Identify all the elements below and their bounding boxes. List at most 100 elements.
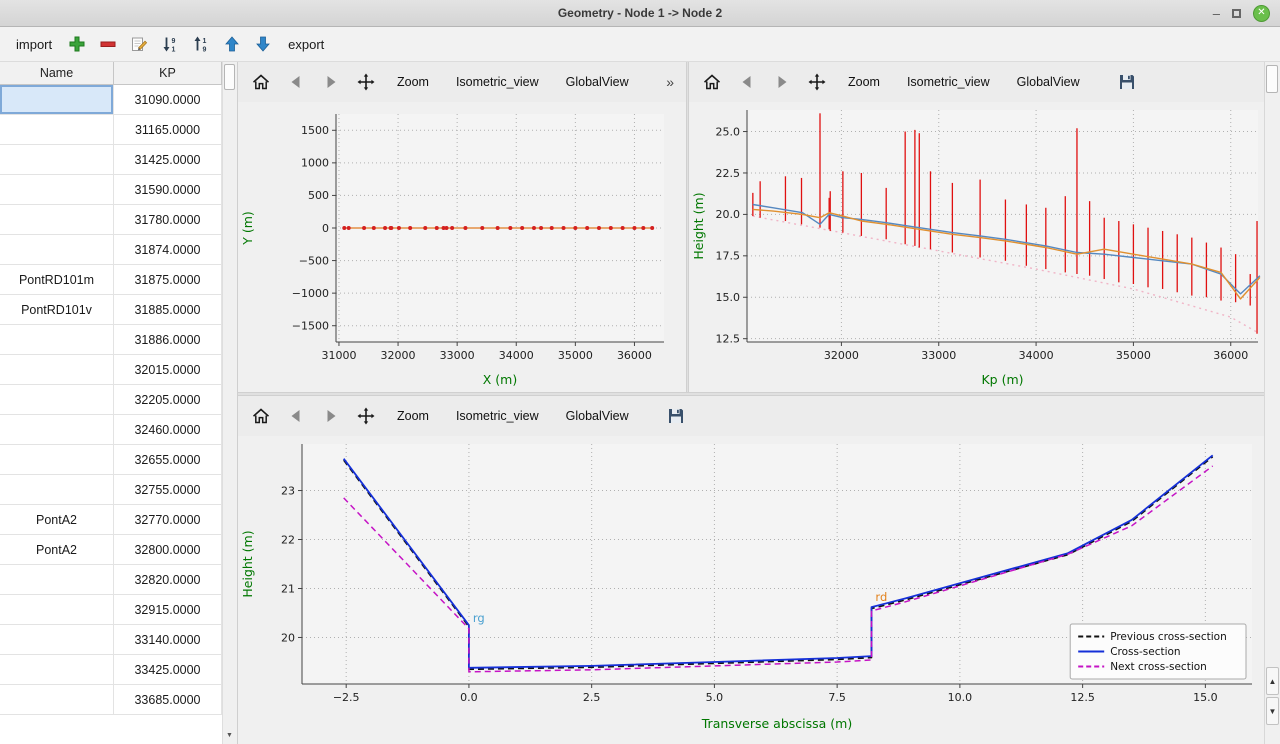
kp-cell[interactable]: 31780.0000 [114,205,222,234]
table-row[interactable]: 32755.0000 [0,475,222,505]
import-button[interactable]: import [10,33,58,56]
table-row[interactable]: 33140.0000 [0,625,222,655]
close-button[interactable]: ✕ [1253,5,1270,22]
zoom-button[interactable]: Zoom [386,68,440,96]
name-cell[interactable] [0,415,114,444]
cross-section-chart[interactable]: −2.50.02.55.07.510.012.515.020212223Tran… [238,436,1264,736]
table-scrollbar-thumb[interactable] [224,64,235,90]
maximize-button[interactable] [1232,6,1241,21]
save-button[interactable] [1112,67,1142,97]
kp-cell[interactable]: 32820.0000 [114,565,222,594]
kp-cell[interactable]: 31875.0000 [114,265,222,294]
column-header-name[interactable]: Name [0,62,114,84]
table-row[interactable]: 33425.0000 [0,655,222,685]
table-row[interactable]: 31425.0000 [0,145,222,175]
name-cell[interactable]: PontRD101v [0,295,114,324]
home-button[interactable] [246,67,276,97]
table-row[interactable]: PontA232800.0000 [0,535,222,565]
scroll-down-button[interactable]: ▼ [1266,697,1279,725]
sort-ascending-button[interactable]: 1 9 [189,32,213,56]
titlebar[interactable]: Geometry - Node 1 -> Node 2 – ✕ [0,0,1280,27]
name-cell[interactable] [0,325,114,354]
name-cell[interactable] [0,355,114,384]
kp-cell[interactable]: 31090.0000 [114,85,222,114]
table-row[interactable]: PontRD101v31885.0000 [0,295,222,325]
name-cell[interactable] [0,685,114,714]
zoom-button[interactable]: Zoom [386,402,440,430]
kp-cell[interactable]: 32800.0000 [114,535,222,564]
main-scrollbar[interactable]: ▲ ▼ [1264,62,1280,744]
table-row[interactable]: 33685.0000 [0,685,222,715]
plan-view-chart[interactable]: 310003200033000340003500036000−1500−1000… [238,102,686,392]
name-cell[interactable] [0,85,114,114]
name-cell[interactable] [0,655,114,684]
table-row[interactable]: 32915.0000 [0,595,222,625]
name-cell[interactable] [0,145,114,174]
move-down-button[interactable] [251,32,275,56]
name-cell[interactable]: PontA2 [0,505,114,534]
global-view-button[interactable]: GlobalView [555,402,640,430]
toolbar-overflow-button[interactable]: » [662,74,678,90]
isometric-view-button[interactable]: Isometric_view [896,68,1001,96]
table-row[interactable]: 32460.0000 [0,415,222,445]
pan-button[interactable] [351,67,381,97]
isometric-view-button[interactable]: Isometric_view [445,68,550,96]
kp-cell[interactable]: 32915.0000 [114,595,222,624]
scroll-up-button[interactable]: ▲ [1266,667,1279,695]
name-cell[interactable] [0,115,114,144]
kp-cell[interactable]: 31885.0000 [114,295,222,324]
global-view-button[interactable]: GlobalView [555,68,640,96]
name-cell[interactable] [0,595,114,624]
table-row[interactable]: 31886.0000 [0,325,222,355]
table-row[interactable]: PontA232770.0000 [0,505,222,535]
name-cell[interactable] [0,385,114,414]
name-cell[interactable] [0,205,114,234]
table-row[interactable]: 31090.0000 [0,85,222,115]
forward-button[interactable] [316,67,346,97]
sort-descending-button[interactable]: 9 1 [158,32,182,56]
kp-cell[interactable]: 33140.0000 [114,625,222,654]
kp-cell[interactable]: 31590.0000 [114,175,222,204]
back-button[interactable] [732,67,762,97]
table-row[interactable]: 32015.0000 [0,355,222,385]
global-view-button[interactable]: GlobalView [1006,68,1091,96]
table-scroll-down-button[interactable]: ▼ [223,728,236,742]
back-button[interactable] [281,401,311,431]
name-cell[interactable]: PontRD101m [0,265,114,294]
kp-cell[interactable]: 32770.0000 [114,505,222,534]
table-row[interactable]: 31590.0000 [0,175,222,205]
home-button[interactable] [246,401,276,431]
table-row[interactable]: 32205.0000 [0,385,222,415]
name-cell[interactable] [0,475,114,504]
kp-cell[interactable]: 32205.0000 [114,385,222,414]
back-button[interactable] [281,67,311,97]
kp-cell[interactable]: 31874.0000 [114,235,222,264]
name-cell[interactable]: PontA2 [0,535,114,564]
kp-cell[interactable]: 31886.0000 [114,325,222,354]
zoom-button[interactable]: Zoom [837,68,891,96]
table-row[interactable]: 31780.0000 [0,205,222,235]
kp-cell[interactable]: 32015.0000 [114,355,222,384]
forward-button[interactable] [767,67,797,97]
edit-section-button[interactable] [127,32,151,56]
kp-cell[interactable]: 32460.0000 [114,415,222,444]
kp-cell[interactable]: 33425.0000 [114,655,222,684]
table-row[interactable]: PontRD101m31875.0000 [0,265,222,295]
name-cell[interactable] [0,175,114,204]
longitudinal-profile-chart[interactable]: 320003300034000350003600012.515.017.520.… [689,102,1264,392]
table-row[interactable]: 31874.0000 [0,235,222,265]
name-cell[interactable] [0,565,114,594]
save-button[interactable] [661,401,691,431]
export-button[interactable]: export [282,33,330,56]
kp-cell[interactable]: 31165.0000 [114,115,222,144]
kp-cell[interactable]: 32755.0000 [114,475,222,504]
add-section-button[interactable] [65,32,89,56]
table-row[interactable]: 32820.0000 [0,565,222,595]
minimize-button[interactable]: – [1213,7,1220,20]
move-up-button[interactable] [220,32,244,56]
home-button[interactable] [697,67,727,97]
kp-cell[interactable]: 32655.0000 [114,445,222,474]
name-cell[interactable] [0,625,114,654]
column-header-kp[interactable]: KP [114,62,222,84]
remove-section-button[interactable] [96,32,120,56]
